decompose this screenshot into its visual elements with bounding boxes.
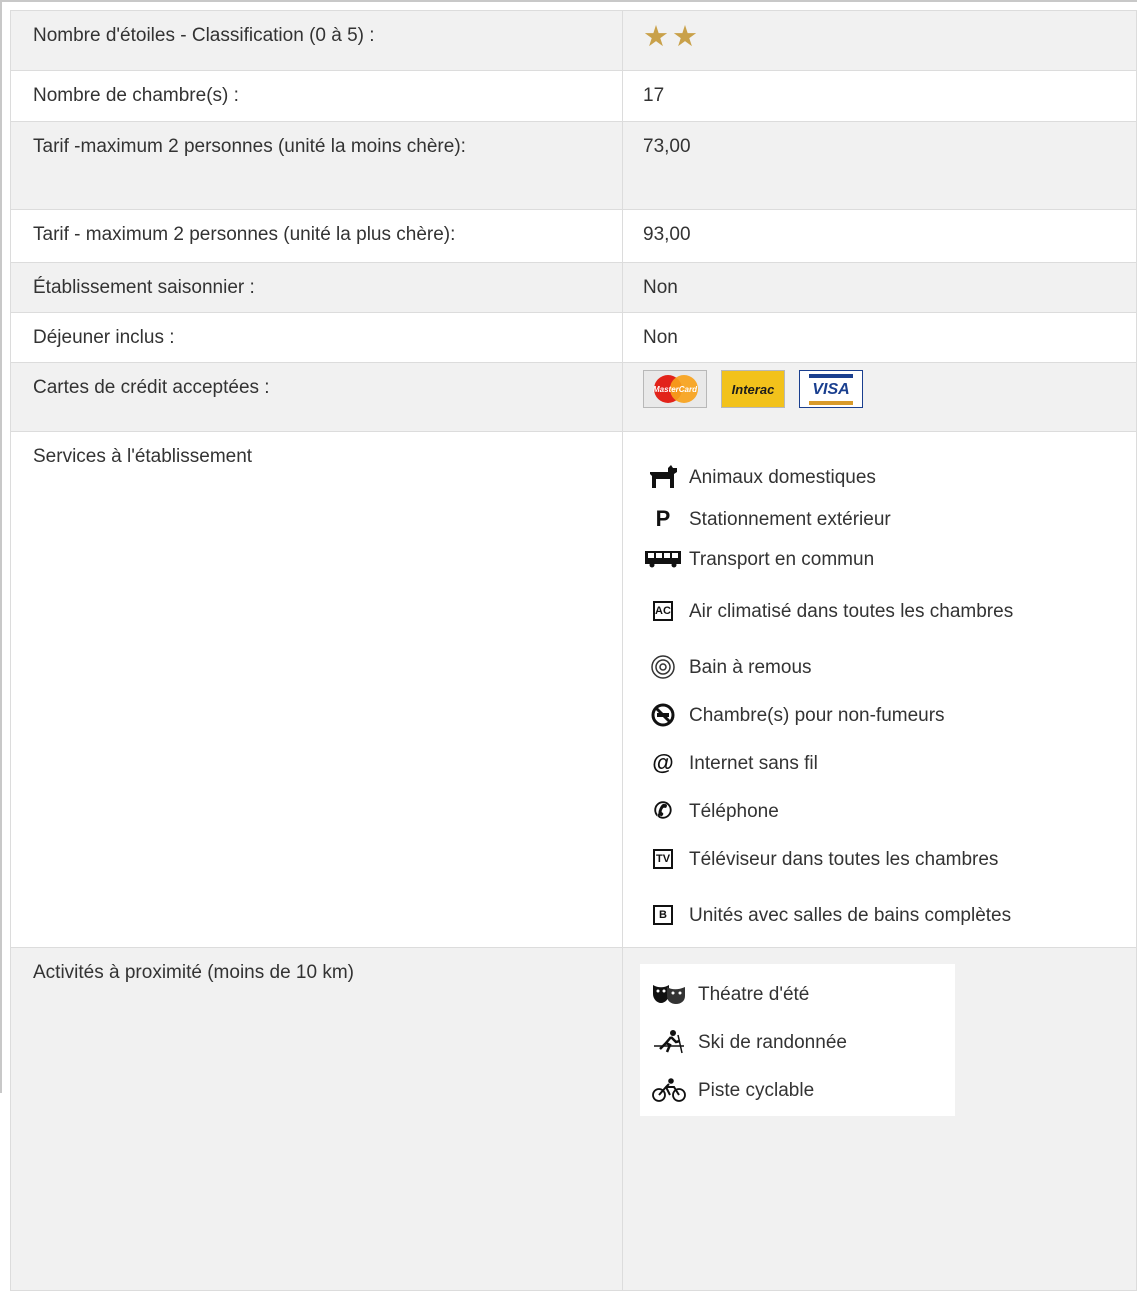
row-label: Services à l'établissement bbox=[10, 431, 623, 948]
row-label: Nombre de chambre(s) : bbox=[10, 70, 623, 122]
list-item: Théatre d'été bbox=[640, 970, 955, 1018]
table-row: Nombre de chambre(s) : 17 bbox=[10, 70, 1137, 122]
list-item: Bain à remous bbox=[637, 643, 1116, 691]
table-row: Tarif - maximum 2 personnes (unité la pl… bbox=[10, 209, 1137, 263]
list-item: P Stationnement extérieur bbox=[637, 499, 1116, 539]
list-item: Chambre(s) pour non-fumeurs bbox=[637, 691, 1116, 739]
breakfast-value: Non bbox=[622, 312, 1137, 363]
services-list: Animaux domestiques P Stationnement exté… bbox=[637, 455, 1116, 947]
table-row: Cartes de crédit acceptées : MasterCard … bbox=[10, 362, 1137, 432]
bus-icon bbox=[637, 550, 689, 568]
theatre-masks-icon bbox=[640, 983, 698, 1005]
cross-country-ski-icon bbox=[640, 1029, 698, 1055]
max-rate-value: 93,00 bbox=[622, 209, 1137, 263]
list-item: Transport en commun bbox=[637, 539, 1116, 579]
air-conditioning-icon: AC bbox=[637, 601, 689, 621]
list-item: TV Téléviseur dans toutes les chambres bbox=[637, 835, 1116, 883]
table-row: Tarif -maximum 2 personnes (unité la moi… bbox=[10, 121, 1137, 210]
telephone-icon: ✆ bbox=[653, 798, 673, 823]
row-label: Tarif -maximum 2 personnes (unité la moi… bbox=[10, 121, 623, 210]
table-row: Établissement saisonnier : Non bbox=[10, 262, 1137, 313]
list-item: ✆ Téléphone bbox=[637, 787, 1116, 835]
room-count-value: 17 bbox=[622, 70, 1137, 122]
list-item: Ski de randonnée bbox=[640, 1018, 955, 1066]
star-icon: ★ bbox=[643, 21, 669, 53]
bicycle-icon bbox=[640, 1077, 698, 1103]
row-label: Activités à proximité (moins de 10 km) bbox=[10, 947, 623, 1291]
activities-list: Théatre d'été Ski de randonnée Piste cyc… bbox=[640, 964, 955, 1116]
bathroom-icon: B bbox=[637, 905, 689, 925]
mastercard-icon: MasterCard bbox=[643, 370, 707, 408]
establishment-info-table: Nombre d'étoiles - Classification (0 à 5… bbox=[10, 10, 1137, 1291]
interac-icon: Interac bbox=[721, 370, 785, 408]
no-smoking-icon bbox=[637, 703, 689, 727]
services-list-cell: Animaux domestiques P Stationnement exté… bbox=[622, 431, 1137, 948]
list-item: Piste cyclable bbox=[640, 1066, 955, 1114]
table-row: Activités à proximité (moins de 10 km) T… bbox=[10, 947, 1137, 1291]
list-item: @ Internet sans fil bbox=[637, 739, 1116, 787]
parking-icon: P bbox=[655, 506, 671, 531]
row-label: Déjeuner inclus : bbox=[10, 312, 623, 363]
whirlpool-icon bbox=[637, 654, 689, 680]
dog-icon bbox=[637, 464, 689, 490]
star-icon: ★ bbox=[672, 21, 698, 53]
table-row: Services à l'établissement Animaux domes… bbox=[10, 431, 1137, 948]
visa-icon: VISA bbox=[799, 370, 863, 408]
min-rate-value: 73,00 bbox=[622, 121, 1137, 210]
at-sign-icon: @ bbox=[652, 750, 674, 775]
list-item: AC Air climatisé dans toutes les chambre… bbox=[637, 579, 1116, 643]
row-label: Nombre d'étoiles - Classification (0 à 5… bbox=[10, 10, 623, 71]
table-row: Déjeuner inclus : Non bbox=[10, 312, 1137, 363]
seasonal-value: Non bbox=[622, 262, 1137, 313]
star-rating: ★ ★ bbox=[622, 10, 1137, 71]
row-label: Tarif - maximum 2 personnes (unité la pl… bbox=[10, 209, 623, 263]
table-row: Nombre d'étoiles - Classification (0 à 5… bbox=[10, 10, 1137, 71]
row-label: Établissement saisonnier : bbox=[10, 262, 623, 313]
list-item: Animaux domestiques bbox=[637, 455, 1116, 499]
tv-icon: TV bbox=[637, 849, 689, 869]
list-item: B Unités avec salles de bains complètes bbox=[637, 883, 1116, 947]
row-label: Cartes de crédit acceptées : bbox=[10, 362, 623, 432]
activities-cell: Théatre d'été Ski de randonnée Piste cyc… bbox=[622, 947, 1137, 1291]
credit-cards: MasterCard Interac VISA bbox=[622, 362, 1137, 432]
